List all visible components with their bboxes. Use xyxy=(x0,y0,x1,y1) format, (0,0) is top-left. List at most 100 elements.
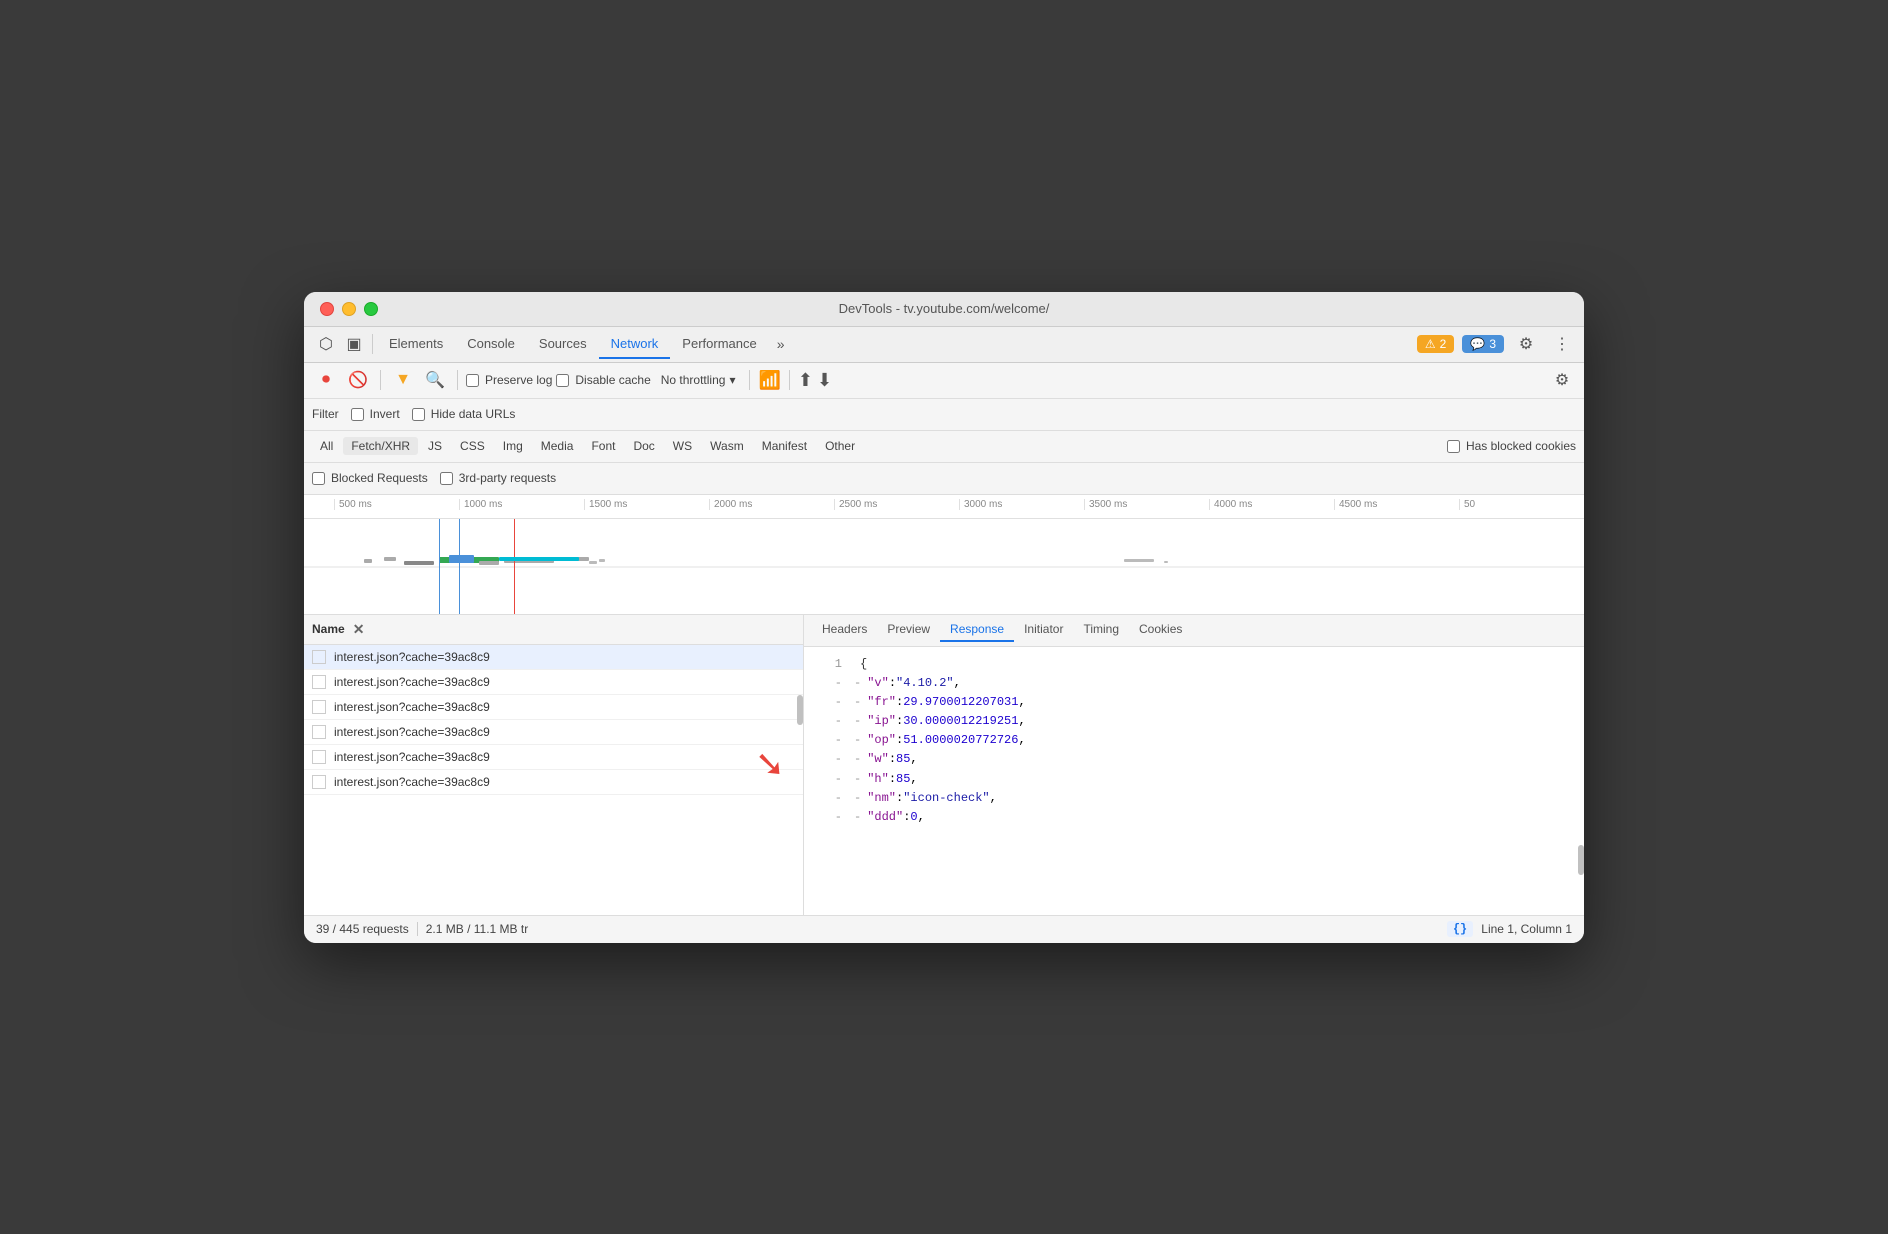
request-row[interactable]: interest.json?cache=39ac8c9 xyxy=(304,720,803,745)
inspect-element-icon[interactable]: ⬡ xyxy=(312,330,340,358)
json-line: - - "w": 85, xyxy=(804,750,1584,769)
tab-console[interactable]: Console xyxy=(455,330,527,359)
tab-initiator[interactable]: Initiator xyxy=(1014,618,1073,642)
close-requests-panel-icon[interactable]: ✕ xyxy=(353,621,365,638)
request-checkbox[interactable] xyxy=(312,675,326,689)
throttle-select[interactable]: No throttling ▾ xyxy=(655,371,742,389)
collapse-arrow[interactable]: - xyxy=(854,712,861,731)
line-number: 1 xyxy=(812,655,842,674)
filter-img[interactable]: Img xyxy=(495,437,531,455)
tab-performance[interactable]: Performance xyxy=(670,330,768,359)
maximize-button[interactable] xyxy=(364,302,378,316)
window-title: DevTools - tv.youtube.com/welcome/ xyxy=(839,301,1050,316)
hide-data-urls-checkbox[interactable]: Hide data URLs xyxy=(412,407,516,421)
json-line: - - "op": 51.0000020772726, xyxy=(804,731,1584,750)
network-settings-icon[interactable]: ⚙ xyxy=(1548,366,1576,394)
search-icon[interactable]: 🔍 xyxy=(421,366,449,394)
request-name: interest.json?cache=39ac8c9 xyxy=(334,775,490,789)
response-panel: Headers Preview Response Initiator Timin… xyxy=(804,615,1584,915)
tab-preview[interactable]: Preview xyxy=(877,618,940,642)
scrollbar[interactable] xyxy=(797,695,803,725)
filter-other[interactable]: Other xyxy=(817,437,863,455)
requests-count: 39 / 445 requests xyxy=(316,922,409,936)
filter-all[interactable]: All xyxy=(312,437,341,455)
tab-cookies[interactable]: Cookies xyxy=(1129,618,1192,642)
clear-button[interactable]: 🚫 xyxy=(344,366,372,394)
filter-css[interactable]: CSS xyxy=(452,437,493,455)
name-column-header: Name xyxy=(312,622,345,636)
collapse-arrow[interactable]: - xyxy=(854,731,861,750)
more-options-icon[interactable]: ⋮ xyxy=(1548,330,1576,358)
warning-badge[interactable]: ⚠ 2 xyxy=(1417,335,1454,353)
record-button[interactable]: ⏺ xyxy=(312,366,340,394)
request-checkbox[interactable] xyxy=(312,775,326,789)
line-number: - xyxy=(812,750,842,769)
invert-checkbox[interactable]: Invert xyxy=(351,407,400,421)
minimize-button[interactable] xyxy=(342,302,356,316)
filter-icon[interactable]: ▼ xyxy=(389,366,417,394)
request-row[interactable]: interest.json?cache=39ac8c9 xyxy=(304,645,803,670)
json-line: - - "fr": 29.9700012207031, xyxy=(804,693,1584,712)
request-row[interactable]: interest.json?cache=39ac8c9 xyxy=(304,745,803,770)
request-name: interest.json?cache=39ac8c9 xyxy=(334,675,490,689)
has-blocked-cookies-checkbox[interactable]: Has blocked cookies xyxy=(1447,439,1576,453)
message-badge[interactable]: 💬 3 xyxy=(1462,335,1504,353)
collapse-arrow[interactable]: - xyxy=(854,693,861,712)
tab-elements[interactable]: Elements xyxy=(377,330,455,359)
filter-fetch-xhr[interactable]: Fetch/XHR xyxy=(343,437,418,455)
timeline-area: 500 ms 1000 ms 1500 ms 2000 ms 2500 ms 3… xyxy=(304,495,1584,615)
tab-more-button[interactable]: » xyxy=(769,332,793,356)
blocked-requests-checkbox[interactable]: Blocked Requests xyxy=(312,471,428,485)
filter-media[interactable]: Media xyxy=(533,437,582,455)
filter-js[interactable]: JS xyxy=(420,437,450,455)
collapse-arrow[interactable]: - xyxy=(854,770,861,789)
request-row[interactable]: interest.json?cache=39ac8c9 xyxy=(304,770,803,795)
disable-cache-checkbox[interactable]: Disable cache xyxy=(556,373,650,387)
filter-types-bar: All Fetch/XHR JS CSS Img Media Font Doc … xyxy=(304,431,1584,463)
tab-network[interactable]: Network xyxy=(599,330,671,359)
collapse-arrow[interactable]: - xyxy=(854,808,861,827)
line-number: - xyxy=(812,693,842,712)
toolbar-divider-4 xyxy=(789,370,790,390)
collapse-arrow[interactable]: - xyxy=(854,750,861,769)
request-checkbox[interactable] xyxy=(312,700,326,714)
pretty-print-button[interactable]: {} xyxy=(1447,921,1473,937)
ruler-mark-2500: 2500 ms xyxy=(834,499,959,510)
preserve-log-checkbox[interactable]: Preserve log xyxy=(466,373,552,387)
download-icon[interactable]: ⬇ xyxy=(817,370,832,391)
close-button[interactable] xyxy=(320,302,334,316)
has-blocked-cookies-area: Has blocked cookies xyxy=(1447,439,1576,453)
filter-manifest[interactable]: Manifest xyxy=(754,437,815,455)
tab-timing[interactable]: Timing xyxy=(1073,618,1129,642)
request-checkbox[interactable] xyxy=(312,650,326,664)
settings-icon[interactable]: ⚙ xyxy=(1512,330,1540,358)
tab-sources[interactable]: Sources xyxy=(527,330,599,359)
ruler-mark-50: 50 xyxy=(1459,499,1584,510)
toolbar-divider-3 xyxy=(749,370,750,390)
tab-headers[interactable]: Headers xyxy=(812,618,877,642)
filter-wasm[interactable]: Wasm xyxy=(702,437,752,455)
network-toolbar: ⏺ 🚫 ▼ 🔍 Preserve log Disable cache No th… xyxy=(304,363,1584,399)
filter-doc[interactable]: Doc xyxy=(625,437,662,455)
ruler-mark-4000: 4000 ms xyxy=(1209,499,1334,510)
device-toggle-icon[interactable]: ▣ xyxy=(340,330,368,358)
request-checkbox[interactable] xyxy=(312,750,326,764)
collapse-arrow[interactable]: - xyxy=(854,789,861,808)
upload-icon[interactable]: ⬆ xyxy=(798,370,813,391)
collapse-arrow[interactable]: - xyxy=(854,674,861,693)
response-scrollbar[interactable] xyxy=(1578,845,1584,875)
ruler-mark-500: 500 ms xyxy=(334,499,459,510)
wifi-icon[interactable]: 📶 xyxy=(758,370,780,391)
request-name: interest.json?cache=39ac8c9 xyxy=(334,700,490,714)
request-checkbox[interactable] xyxy=(312,725,326,739)
request-row[interactable]: interest.json?cache=39ac8c9 xyxy=(304,695,803,720)
filter-ws[interactable]: WS xyxy=(665,437,700,455)
request-row[interactable]: interest.json?cache=39ac8c9 xyxy=(304,670,803,695)
third-party-checkbox[interactable]: 3rd-party requests xyxy=(440,471,556,485)
title-bar: DevTools - tv.youtube.com/welcome/ xyxy=(304,292,1584,327)
ruler-mark-3000: 3000 ms xyxy=(959,499,1084,510)
filter-font[interactable]: Font xyxy=(583,437,623,455)
tab-response[interactable]: Response xyxy=(940,618,1014,642)
timeline-chart[interactable] xyxy=(304,519,1584,615)
status-divider xyxy=(417,922,418,936)
